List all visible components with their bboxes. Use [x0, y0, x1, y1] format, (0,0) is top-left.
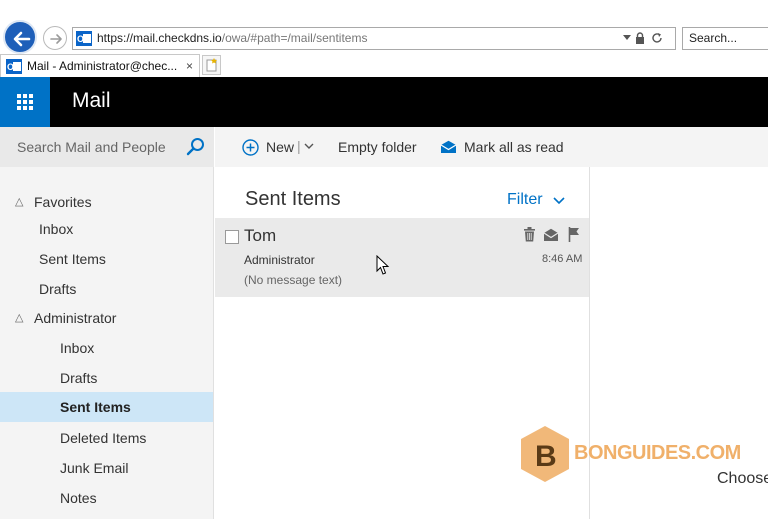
browser-search-input[interactable]: Search...: [682, 27, 768, 50]
mark-all-read-label: Mark all as read: [464, 139, 564, 155]
svg-text:B: B: [535, 440, 557, 473]
folder-item-sent-items[interactable]: Sent Items: [0, 392, 213, 422]
browser-chrome: O https://mail.checkdns.io/owa/#path=/ma…: [0, 0, 768, 77]
favorite-item-inbox[interactable]: Inbox: [0, 214, 213, 244]
chevron-down-icon[interactable]: [304, 143, 314, 150]
reading-pane-hint: Choose: [717, 470, 768, 487]
watermark-text: BONGUIDES.COM: [574, 442, 741, 464]
folder-item-label: Notes: [60, 490, 97, 506]
tab-title: Mail - Administrator@chec...: [27, 59, 178, 73]
waffle-icon: [17, 94, 33, 110]
forward-button[interactable]: [43, 26, 67, 50]
chevron-up-icon: △: [15, 196, 24, 208]
message-time: 8:46 AM: [542, 253, 583, 265]
empty-folder-label: Empty folder: [338, 139, 417, 155]
chevron-down-icon: [553, 197, 565, 205]
folder-item-label: Deleted Items: [60, 430, 147, 446]
mark-all-read-button[interactable]: Mark all as read: [440, 127, 570, 167]
folder-item-label: Sent Items: [60, 399, 131, 415]
envelope-open-icon: [440, 140, 457, 153]
tab-close-icon[interactable]: ×: [186, 55, 193, 77]
outlook-icon: O: [76, 31, 92, 46]
mark-read-icon[interactable]: [543, 228, 559, 242]
folder-item-drafts[interactable]: Drafts: [0, 363, 213, 393]
app-title: Mail: [72, 89, 111, 112]
dropdown-icon[interactable]: [623, 35, 631, 41]
new-separator: |: [297, 138, 301, 154]
back-button[interactable]: [3, 20, 37, 54]
svg-text:O: O: [77, 34, 84, 44]
plus-circle-icon: [242, 139, 259, 156]
favorite-item-sent-items[interactable]: Sent Items: [0, 244, 213, 274]
url-text: https://mail.checkdns.io/owa/#path=/mail…: [97, 28, 367, 49]
new-label: New: [266, 139, 295, 155]
message-item[interactable]: Tom Administrator (No message text) 8:46…: [215, 218, 589, 297]
folder-item-inbox[interactable]: Inbox: [0, 333, 213, 363]
account-header[interactable]: △ Administrator: [0, 303, 213, 333]
favorites-label: Favorites: [34, 194, 92, 210]
favorite-item-label: Drafts: [39, 281, 77, 297]
folder-item-deleted-items[interactable]: Deleted Items: [0, 423, 213, 453]
lock-icon[interactable]: [635, 32, 645, 44]
search-mail-input[interactable]: Search Mail and People: [0, 127, 214, 167]
filter-button[interactable]: Filter: [507, 191, 565, 209]
search-placeholder: Search Mail and People: [17, 139, 166, 155]
message-recipient: Tom: [244, 226, 277, 245]
arrow-right-icon: [50, 34, 62, 44]
flag-icon[interactable]: [568, 227, 580, 242]
favorite-item-label: Inbox: [39, 221, 74, 237]
hexagon-logo-icon: B: [521, 426, 569, 482]
chevron-up-icon: △: [15, 312, 24, 324]
folder-item-junk-email[interactable]: Junk Email: [0, 453, 213, 483]
folder-title: Sent Items: [245, 188, 341, 210]
trash-icon[interactable]: [523, 227, 536, 242]
address-controls: [621, 28, 671, 49]
message-preview: (No message text): [244, 273, 343, 287]
folder-item-label: Junk Email: [60, 460, 129, 476]
refresh-icon[interactable]: [651, 32, 663, 44]
new-button[interactable]: New |: [242, 127, 317, 167]
arrow-left-icon: [13, 31, 31, 47]
url-host: https://mail.checkdns.io: [97, 31, 222, 45]
app-header: Mail: [0, 77, 768, 127]
new-tab-icon: [206, 58, 217, 72]
account-label: Administrator: [34, 310, 117, 326]
new-tab-button[interactable]: [202, 55, 221, 75]
folder-pane: Search Mail and People △ Favorites Inbox…: [0, 127, 214, 519]
favorite-item-drafts[interactable]: Drafts: [0, 274, 213, 304]
address-bar[interactable]: O https://mail.checkdns.io/owa/#path=/ma…: [72, 27, 676, 50]
message-sender: Administrator: [244, 253, 315, 267]
mouse-cursor-icon: [376, 255, 390, 275]
svg-text:O: O: [7, 62, 14, 72]
empty-folder-button[interactable]: Empty folder: [338, 127, 417, 167]
folder-item-notes[interactable]: Notes: [0, 483, 213, 513]
browser-tab[interactable]: O Mail - Administrator@chec... ×: [0, 54, 200, 77]
folder-item-label: Inbox: [60, 340, 95, 356]
folder-item-label: Drafts: [60, 370, 98, 386]
url-path: /owa/#path=/mail/sentitems: [221, 31, 368, 45]
favorite-item-label: Sent Items: [39, 251, 106, 267]
outlook-icon: O: [6, 59, 22, 74]
app-launcher-button[interactable]: [0, 77, 50, 127]
watermark-logo: B BONGUIDES.COM: [518, 424, 741, 484]
favorites-header[interactable]: △ Favorites: [0, 187, 213, 217]
message-checkbox[interactable]: [225, 230, 239, 244]
command-bar: New | Empty folder Mark all as read: [215, 127, 768, 167]
filter-label: Filter: [507, 191, 543, 208]
search-icon[interactable]: [186, 137, 206, 157]
